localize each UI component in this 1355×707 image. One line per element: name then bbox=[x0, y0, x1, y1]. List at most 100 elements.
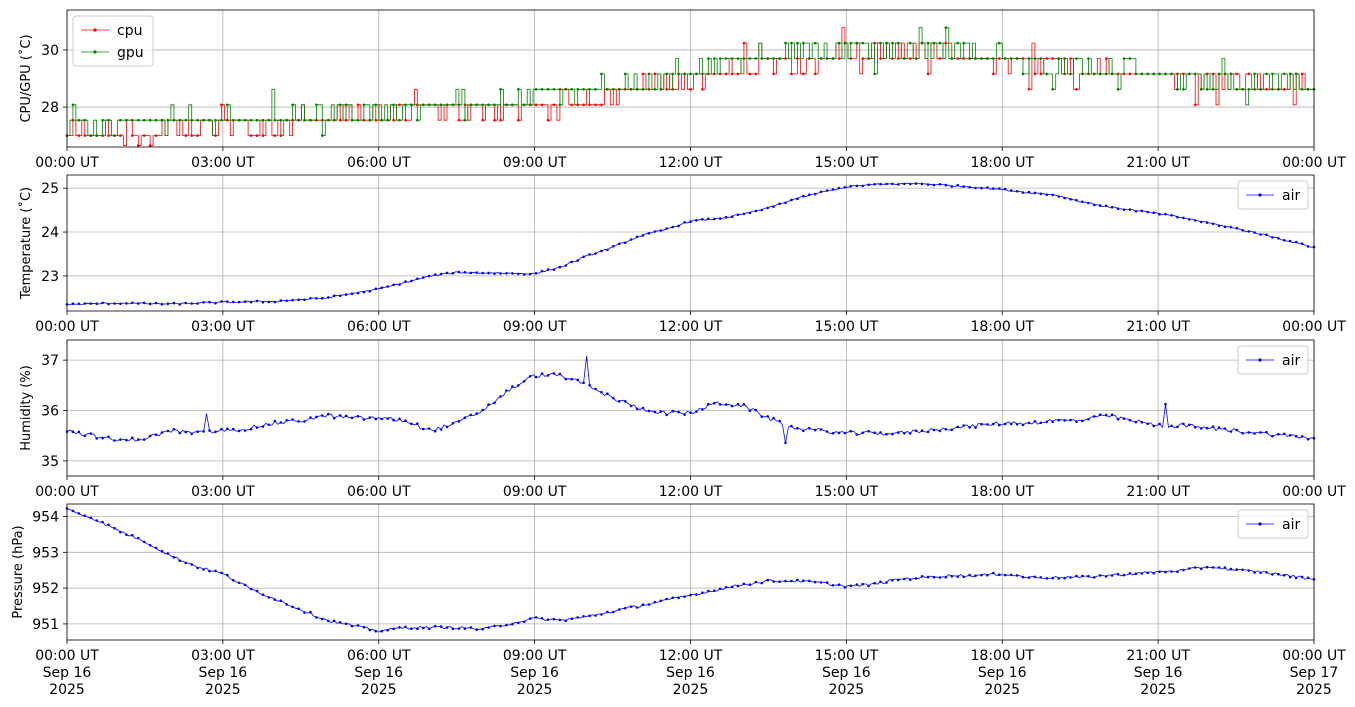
data-point bbox=[517, 88, 520, 91]
data-point bbox=[730, 404, 734, 408]
data-point bbox=[232, 118, 235, 122]
data-point bbox=[321, 134, 324, 137]
data-point bbox=[754, 57, 758, 60]
data-point bbox=[303, 611, 306, 614]
x-tick-label: 00:00 UT bbox=[35, 484, 99, 500]
data-point bbox=[392, 103, 395, 107]
data-point bbox=[1253, 571, 1256, 574]
data-point bbox=[926, 183, 930, 186]
y-tick-label: 952 bbox=[32, 581, 59, 597]
data-point bbox=[1051, 193, 1054, 197]
data-point bbox=[457, 103, 461, 107]
data-point bbox=[742, 212, 746, 216]
data-point bbox=[897, 578, 900, 582]
data-point bbox=[107, 302, 110, 306]
chart-panel-2: 00:00 UT 03:00 UT 06:00 UT 09:00 UT 12:00 UT… bbox=[18, 174, 1346, 335]
data-point bbox=[707, 217, 710, 221]
data-point bbox=[1039, 421, 1043, 425]
data-point bbox=[214, 430, 217, 434]
data-point bbox=[760, 57, 764, 60]
data-point bbox=[1033, 420, 1037, 423]
data-point bbox=[998, 41, 1001, 45]
data-point bbox=[95, 519, 98, 522]
data-point bbox=[778, 202, 781, 206]
data-point bbox=[1045, 72, 1049, 76]
data-point bbox=[131, 436, 134, 440]
data-point bbox=[980, 57, 983, 60]
data-point bbox=[1259, 233, 1262, 236]
data-point bbox=[600, 249, 603, 253]
data-point bbox=[1122, 57, 1126, 60]
data-point bbox=[1140, 72, 1144, 76]
data-point bbox=[1027, 88, 1031, 91]
data-point bbox=[166, 118, 170, 122]
data-point bbox=[701, 591, 704, 594]
data-point bbox=[303, 118, 306, 122]
x-tick-label: 18:00 UT Sep 16 2025 bbox=[970, 648, 1034, 698]
data-point bbox=[1188, 218, 1191, 221]
data-point bbox=[83, 134, 87, 137]
data-point bbox=[956, 183, 959, 187]
data-point bbox=[261, 593, 265, 596]
data-point bbox=[154, 433, 158, 437]
data-point bbox=[825, 57, 829, 60]
data-point bbox=[742, 403, 746, 406]
data-point bbox=[564, 377, 568, 381]
data-point bbox=[606, 610, 609, 614]
y-tick-label: 24 bbox=[41, 225, 59, 241]
data-point bbox=[148, 434, 152, 438]
data-point bbox=[1075, 88, 1078, 91]
data-point bbox=[671, 596, 674, 600]
data-point bbox=[1003, 57, 1007, 60]
data-point bbox=[582, 381, 585, 385]
data-point bbox=[487, 626, 490, 629]
data-point bbox=[303, 420, 306, 423]
data-point bbox=[1176, 425, 1179, 429]
data-point bbox=[1229, 567, 1233, 571]
data-point bbox=[701, 218, 704, 221]
data-point bbox=[255, 299, 259, 303]
data-point bbox=[83, 514, 87, 517]
data-point bbox=[1045, 420, 1049, 424]
data-point bbox=[1158, 213, 1161, 216]
data-point bbox=[1170, 424, 1173, 428]
data-point bbox=[416, 118, 419, 122]
data-point bbox=[986, 423, 989, 426]
grid-lines bbox=[66, 175, 1315, 311]
data-point bbox=[196, 566, 199, 570]
data-point bbox=[1283, 239, 1286, 242]
data-point bbox=[1217, 426, 1221, 429]
data-point bbox=[1152, 424, 1155, 428]
data-point bbox=[1283, 72, 1286, 76]
data-point bbox=[1152, 572, 1155, 575]
x-tick-label: 06:00 UT Sep 16 2025 bbox=[347, 648, 411, 698]
data-point bbox=[540, 269, 544, 273]
data-point bbox=[1098, 574, 1102, 577]
data-point bbox=[493, 272, 496, 275]
data-point bbox=[137, 536, 140, 540]
data-point bbox=[226, 573, 229, 577]
data-point bbox=[1063, 419, 1066, 422]
data-point bbox=[647, 409, 651, 413]
data-point bbox=[505, 389, 508, 392]
data-point bbox=[576, 88, 579, 91]
data-point bbox=[499, 395, 502, 398]
data-point bbox=[172, 428, 176, 431]
data-point bbox=[600, 72, 603, 76]
data-point bbox=[1110, 206, 1114, 209]
data-point bbox=[1063, 576, 1066, 580]
data-point bbox=[819, 190, 823, 194]
data-point bbox=[861, 582, 864, 586]
data-point bbox=[748, 57, 752, 60]
data-point bbox=[742, 41, 746, 45]
data-point bbox=[552, 103, 556, 107]
data-point bbox=[273, 300, 277, 304]
data-point bbox=[540, 103, 544, 107]
data-point bbox=[1104, 72, 1108, 76]
data-point bbox=[837, 186, 841, 190]
data-point bbox=[564, 88, 568, 91]
data-point bbox=[1288, 72, 1292, 76]
data-point bbox=[653, 410, 657, 414]
data-point bbox=[232, 579, 235, 582]
data-point bbox=[873, 431, 876, 435]
